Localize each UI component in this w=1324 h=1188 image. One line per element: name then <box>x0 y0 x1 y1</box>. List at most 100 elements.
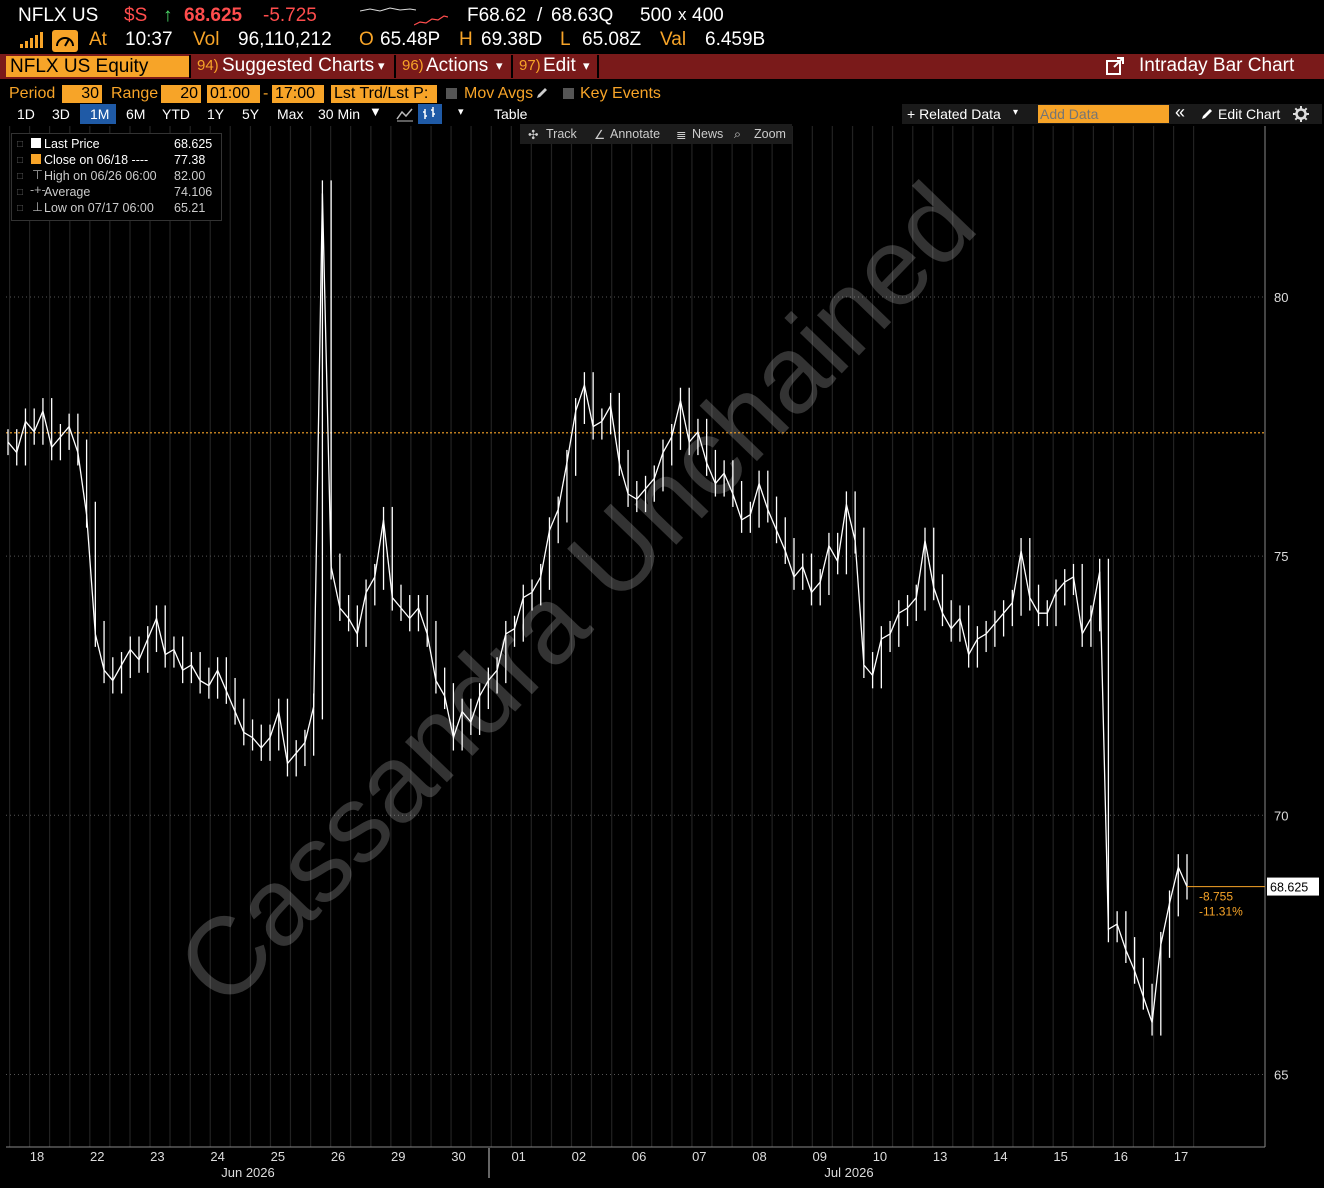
suggested-charts-menu[interactable]: Suggested Charts <box>222 55 374 77</box>
edit-chart-button[interactable]: Edit Chart <box>1218 106 1280 122</box>
range-1y-button[interactable]: 1Y <box>207 106 224 122</box>
open-label: O <box>359 29 374 50</box>
price-chart[interactable]: 65 70 75 80 Cassandra Unchained 68.625 -8.755-… <box>0 124 1324 1188</box>
range-1m-button[interactable]: 1M <box>90 106 109 122</box>
ask-price: 68.63Q <box>551 5 614 26</box>
track-tool[interactable]: Track <box>546 127 577 141</box>
range-max-button[interactable]: Max <box>277 106 303 122</box>
session-band <box>109 126 111 1147</box>
session-band <box>1112 126 1114 1147</box>
news-tool[interactable]: News <box>692 127 723 141</box>
x-tick-label: 01 <box>511 1149 525 1164</box>
collapse-icon[interactable]: « <box>1175 102 1185 123</box>
gear-icon[interactable] <box>1293 106 1309 122</box>
add-data-input[interactable] <box>1038 105 1169 123</box>
session-band <box>631 126 633 1147</box>
session-band <box>711 126 713 1147</box>
news-icon: ≣ <box>676 128 687 142</box>
annotate-tool[interactable]: Annotate <box>610 127 660 141</box>
range-input[interactable]: 20 <box>161 85 201 103</box>
x-tick-label: 10 <box>873 1149 887 1164</box>
legend-low-icon: ⊥ <box>32 200 43 214</box>
legend-dots: □ □ □ □ □ <box>17 139 24 214</box>
quote-time: 10:37 <box>125 29 173 50</box>
chart-tools: ✣ Track ∠ Annotate ≣ News ⌕ Zoom <box>520 124 792 144</box>
session-band <box>1132 126 1134 1147</box>
currency: $S <box>124 5 148 26</box>
range-6m-button[interactable]: 6M <box>126 106 145 122</box>
bar-chart-type-icon[interactable] <box>421 106 439 122</box>
range-button-row: 1D 3D 1M 6M YTD 1Y 5Y Max 30 Min ▼ ▾ Tab… <box>0 102 1324 124</box>
legend-swatch-last <box>31 138 41 148</box>
session-band <box>149 126 151 1147</box>
edit-menu[interactable]: Edit <box>543 55 576 77</box>
low-price: 65.08Z <box>582 29 642 50</box>
session-band <box>370 126 372 1147</box>
external-link-icon[interactable] <box>1106 57 1125 76</box>
interval-select[interactable]: 30 Min <box>318 106 360 122</box>
line-chart-type-icon[interactable] <box>396 106 414 122</box>
x-tick-label: 30 <box>451 1149 465 1164</box>
intraday-bar-chart-title: Intraday Bar Chart <box>1139 55 1295 76</box>
session-band <box>691 126 693 1147</box>
period-input[interactable]: 30 <box>62 85 102 103</box>
legend-label-close: Close on 06/18 ---- <box>44 153 149 167</box>
range-label: Range <box>111 85 159 102</box>
session-band <box>1032 126 1034 1147</box>
actions-menu[interactable]: Actions <box>426 55 488 77</box>
x-tick-label: 29 <box>391 1149 405 1164</box>
legend-label-average: Average <box>44 185 91 199</box>
menu-divider-1 <box>189 55 191 78</box>
mov-avgs-checkbox[interactable] <box>446 88 457 99</box>
menu-divider-3 <box>511 55 513 78</box>
range-1d-button[interactable]: 1D <box>17 106 35 122</box>
y-tick-label: 80 <box>1274 290 1288 305</box>
session-band <box>1052 126 1054 1147</box>
session-band <box>651 126 653 1147</box>
ticker[interactable]: NFLX US <box>18 5 98 27</box>
session-band <box>189 126 191 1147</box>
start-time-input[interactable]: 01:00 <box>207 85 260 103</box>
session-band <box>771 126 773 1147</box>
ask-size: 400 <box>692 5 724 26</box>
x-tick-label: 18 <box>30 1149 44 1164</box>
session-band <box>1072 126 1074 1147</box>
x-tick-label: 16 <box>1114 1149 1128 1164</box>
session-band <box>671 126 673 1147</box>
session-band <box>731 126 733 1147</box>
mov-avgs-label[interactable]: Mov Avgs <box>464 85 533 103</box>
session-band <box>169 126 171 1147</box>
mini-chart-icon <box>414 15 448 26</box>
gauge-icon[interactable] <box>52 30 78 52</box>
session-band <box>289 126 292 1147</box>
key-events-checkbox[interactable] <box>563 88 574 99</box>
range-3d-button[interactable]: 3D <box>52 106 70 122</box>
security-field[interactable]: NFLX US Equity <box>6 56 189 77</box>
legend-value-low: 65.21 <box>174 201 206 215</box>
x-tick-label: 09 <box>813 1149 827 1164</box>
range-ytd-button[interactable]: YTD <box>162 106 190 122</box>
end-time-input[interactable]: 17:00 <box>272 85 324 103</box>
table-button[interactable]: Table <box>494 106 527 122</box>
x-tick-label: 13 <box>933 1149 947 1164</box>
time-dash: - <box>263 85 269 102</box>
actions-num: 96) <box>402 57 424 74</box>
key-events-label[interactable]: Key Events <box>580 85 661 103</box>
bid-ask-slash: / <box>537 5 543 26</box>
chart-type-caret-icon[interactable]: ▾ <box>458 105 464 118</box>
pencil-icon[interactable] <box>535 86 549 100</box>
edit-chart-pencil-icon <box>1202 109 1212 119</box>
related-data-caret-icon: ▾ <box>1013 107 1019 118</box>
session-band <box>972 126 974 1147</box>
legend-label-low: Low on 07/17 06:00 <box>44 201 154 215</box>
related-data-button[interactable]: + Related Data <box>907 106 1001 122</box>
low-label: L <box>560 29 571 50</box>
range-5y-button[interactable]: 5Y <box>242 106 259 122</box>
y-tick-label: 75 <box>1274 549 1288 564</box>
y-tick-label: 70 <box>1274 808 1288 823</box>
x-tick-label: 06 <box>632 1149 646 1164</box>
price-type-select[interactable]: Lst Trd/Lst P: <box>331 85 437 103</box>
zoom-tool[interactable]: Zoom <box>754 127 786 141</box>
menu-bar: 94) Suggested Charts ▾ 96) Actions ▾ 97)… <box>0 54 1324 79</box>
legend-label-high: High on 06/26 06:00 <box>44 169 157 183</box>
